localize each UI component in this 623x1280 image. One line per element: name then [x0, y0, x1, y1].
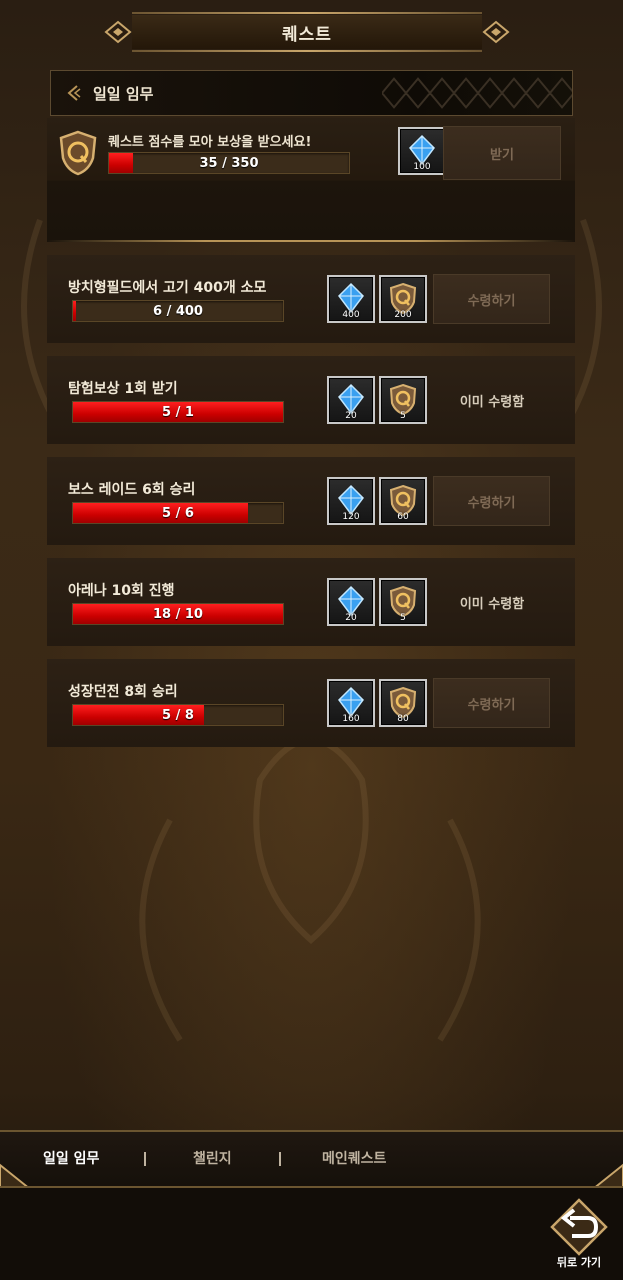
reward-gem[interactable]: 400	[327, 275, 375, 323]
already-claimed-label: 이미 수령함	[459, 394, 525, 410]
score-message: 퀘스트 점수를 모아 보상을 받으세요!	[108, 135, 312, 150]
back-button[interactable]: 뒤로 가기	[548, 1198, 610, 1274]
quest-progress-text: 6 / 400	[153, 303, 203, 319]
divider-line	[47, 240, 575, 242]
quest-title: 보스 레이드 6회 승리	[68, 482, 196, 498]
quest-progress-bar: 5 / 6	[72, 502, 284, 524]
quest-card: 탐험보상 1회 받기 5 / 1 20 5 이미 수령함	[47, 356, 575, 444]
tab-challenge[interactable]: 챌린지	[193, 1148, 232, 1168]
reward-quest-point[interactable]: 80	[379, 679, 427, 727]
quest-progress-bar: 18 / 10	[72, 603, 284, 625]
reward-gem[interactable]: 20	[327, 376, 375, 424]
reward-quantity: 5	[400, 613, 406, 623]
tab-daily[interactable]: 일일 임무	[43, 1148, 99, 1168]
already-claimed-label: 이미 수령함	[459, 596, 525, 612]
claim-quest-button[interactable]: 수령하기	[433, 274, 550, 324]
quest-card: 방치형필드에서 고기 400개 소모 6 / 400 400 200 수령하기	[47, 255, 575, 343]
chevron-left-icon	[67, 85, 81, 101]
reward-quantity: 20	[345, 613, 357, 623]
reward-quantity: 20	[345, 411, 357, 421]
reward-quantity: 120	[342, 512, 360, 522]
reward-gem[interactable]: 160	[327, 679, 375, 727]
quest-progress-bar: 6 / 400	[72, 300, 284, 322]
tab-separator	[144, 1152, 146, 1166]
quest-card: 보스 레이드 6회 승리 5 / 6 120 60 수령하기	[47, 457, 575, 545]
quest-point-shield-icon	[59, 130, 97, 176]
quest-progress-text: 5 / 6	[162, 505, 194, 521]
tab-main-quest[interactable]: 메인퀘스트	[322, 1148, 386, 1168]
tab-separator	[279, 1152, 281, 1166]
quest-score-panel: 퀘스트 점수를 모아 보상을 받으세요! 35 / 350 100 받기	[47, 118, 575, 242]
claim-quest-button[interactable]: 수령하기	[433, 476, 550, 526]
quest-title: 성장던전 8회 승리	[68, 684, 178, 700]
claim-quest-button[interactable]: 수령하기	[433, 678, 550, 728]
quest-progress-text: 18 / 10	[153, 606, 203, 622]
quest-progress-bar: 5 / 1	[72, 401, 284, 423]
reward-quantity: 80	[397, 714, 409, 724]
quest-progress-text: 5 / 1	[162, 404, 194, 420]
ornament-left-icon	[104, 20, 132, 44]
reward-gem[interactable]: 120	[327, 477, 375, 525]
quest-title: 탐험보상 1회 받기	[68, 381, 178, 397]
reward-quest-point[interactable]: 60	[379, 477, 427, 525]
page-title: 퀘스트	[282, 24, 332, 45]
reward-quest-point[interactable]: 200	[379, 275, 427, 323]
reward-gem[interactable]: 20	[327, 578, 375, 626]
quest-title: 아레나 10회 진행	[68, 583, 175, 599]
reward-quantity: 160	[342, 714, 360, 724]
quest-progress-bar: 5 / 8	[72, 704, 284, 726]
score-reward-gem[interactable]: 100	[398, 127, 446, 175]
claim-score-button[interactable]: 받기	[443, 126, 561, 180]
section-title: 일일 임무	[93, 84, 154, 103]
quest-progress-text: 5 / 8	[162, 707, 194, 723]
reward-quest-point[interactable]: 5	[379, 376, 427, 424]
score-progress-bar: 35 / 350	[108, 152, 350, 174]
reward-quantity: 60	[397, 512, 409, 522]
reward-quantity: 200	[394, 310, 412, 320]
score-progress-text: 35 / 350	[199, 155, 259, 171]
reward-quantity: 100	[413, 162, 431, 172]
ornament-right-icon	[482, 20, 510, 44]
title-banner: 퀘스트	[104, 12, 510, 52]
reward-quantity: 5	[400, 411, 406, 421]
back-arrow-icon	[550, 1198, 608, 1256]
section-header-daily: 일일 임무	[50, 70, 573, 116]
back-label: 뒤로 가기	[556, 1256, 602, 1269]
quest-card: 성장던전 8회 승리 5 / 8 160 80 수령하기	[47, 659, 575, 747]
bottom-tab-bar: 일일 임무 챌린지 메인퀘스트	[0, 1130, 623, 1190]
quest-card: 아레나 10회 진행 18 / 10 20 5 이미 수령함	[47, 558, 575, 646]
reward-quantity: 400	[342, 310, 360, 320]
footer-area	[0, 1188, 623, 1280]
reward-quest-point[interactable]: 5	[379, 578, 427, 626]
quest-title: 방치형필드에서 고기 400개 소모	[68, 280, 267, 296]
diamond-pattern-decoration	[382, 77, 572, 109]
